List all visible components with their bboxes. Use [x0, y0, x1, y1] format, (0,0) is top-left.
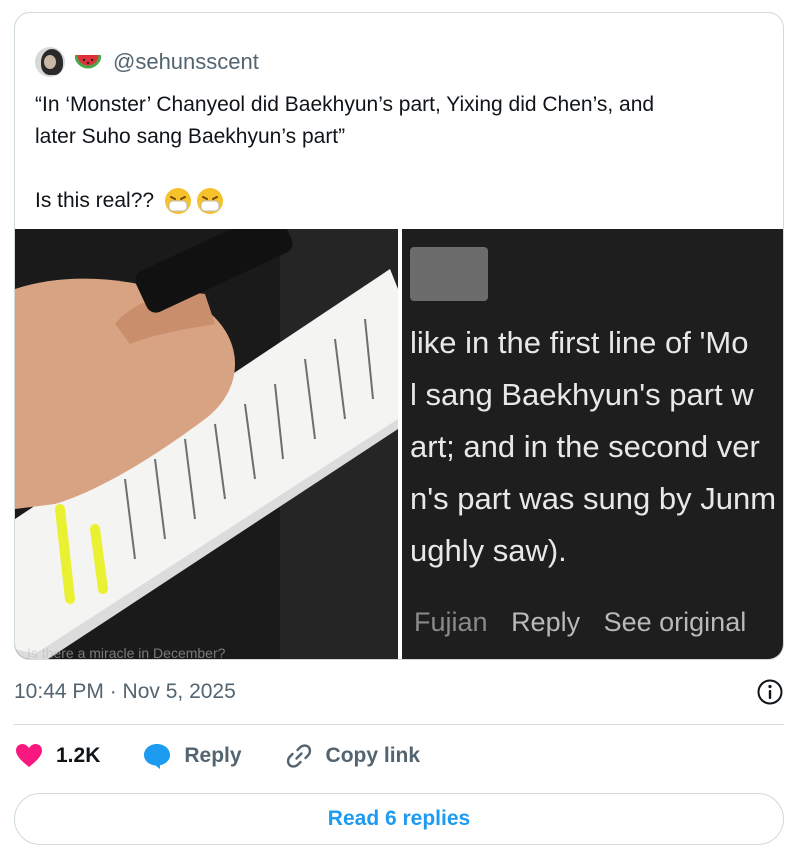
media-caption: Is there a miracle in December? — [27, 645, 226, 660]
info-icon[interactable] — [756, 678, 784, 706]
comment-see-original: See original — [603, 607, 747, 637]
watermelon-icon — [75, 54, 101, 69]
quoted-post-text: “In ‘Monster’ Chanyeol did Baekhyun’s pa… — [35, 89, 765, 217]
like-count: 1.2K — [56, 744, 101, 767]
copy-link-button[interactable]: Copy link — [284, 741, 421, 771]
comment-line: art; and in the second ver — [410, 429, 760, 464]
reply-button[interactable]: Reply — [142, 741, 242, 771]
divider — [14, 724, 784, 725]
reply-bubble-icon — [144, 744, 171, 769]
like-button[interactable]: 1.2K — [14, 741, 100, 771]
post-timestamp[interactable]: 10:44 PM · Nov 5, 2025 — [14, 680, 236, 704]
comment-meta: Fujian Reply See original — [414, 607, 762, 638]
heart-icon — [16, 744, 42, 767]
comment-line: l sang Baekhyun's part w — [410, 377, 754, 412]
sneezing-face-emoji-icon — [165, 188, 192, 214]
comment-location: Fujian — [414, 607, 488, 637]
comment-reply: Reply — [511, 607, 581, 637]
avatar-face — [44, 55, 56, 69]
action-bar: 1.2K Reply Copy link — [14, 741, 462, 771]
reply-label: Reply — [184, 744, 242, 767]
photo-script-pages[interactable]: Is there a miracle in December? — [15, 229, 398, 660]
blurred-username — [410, 247, 488, 301]
comment-line: n's part was sung by Junm — [410, 481, 777, 516]
quoted-text-line: “In ‘Monster’ Chanyeol did Baekhyun’s pa… — [35, 93, 655, 116]
screenshot-translated-comment[interactable]: like in the first line of 'Mo l sang Bae… — [402, 229, 783, 659]
sneezing-face-emoji-icon — [197, 188, 224, 214]
read-replies-button[interactable]: Read 6 replies — [14, 793, 784, 845]
quoted-text-line: later Suho sang Baekhyun’s part” — [35, 125, 346, 148]
quoted-post-header: @sehunsscent — [35, 47, 259, 77]
timestamp-row: 10:44 PM · Nov 5, 2025 — [14, 678, 784, 706]
quoted-text-line: Is this real?? — [35, 189, 155, 212]
link-icon — [286, 744, 311, 768]
copy-link-label: Copy link — [325, 744, 421, 767]
comment-line: ughly saw). — [410, 533, 567, 568]
quoted-post-card[interactable]: @sehunsscent “In ‘Monster’ Chanyeol did … — [14, 12, 784, 660]
avatar[interactable] — [35, 47, 65, 77]
script-photo-illustration — [15, 229, 398, 659]
author-handle[interactable]: @sehunsscent — [113, 49, 259, 75]
media-grid: Is there a miracle in December? like in … — [15, 229, 783, 660]
comment-line: like in the first line of 'Mo — [410, 325, 749, 360]
translated-comment-text: like in the first line of 'Mo l sang Bae… — [410, 317, 776, 577]
